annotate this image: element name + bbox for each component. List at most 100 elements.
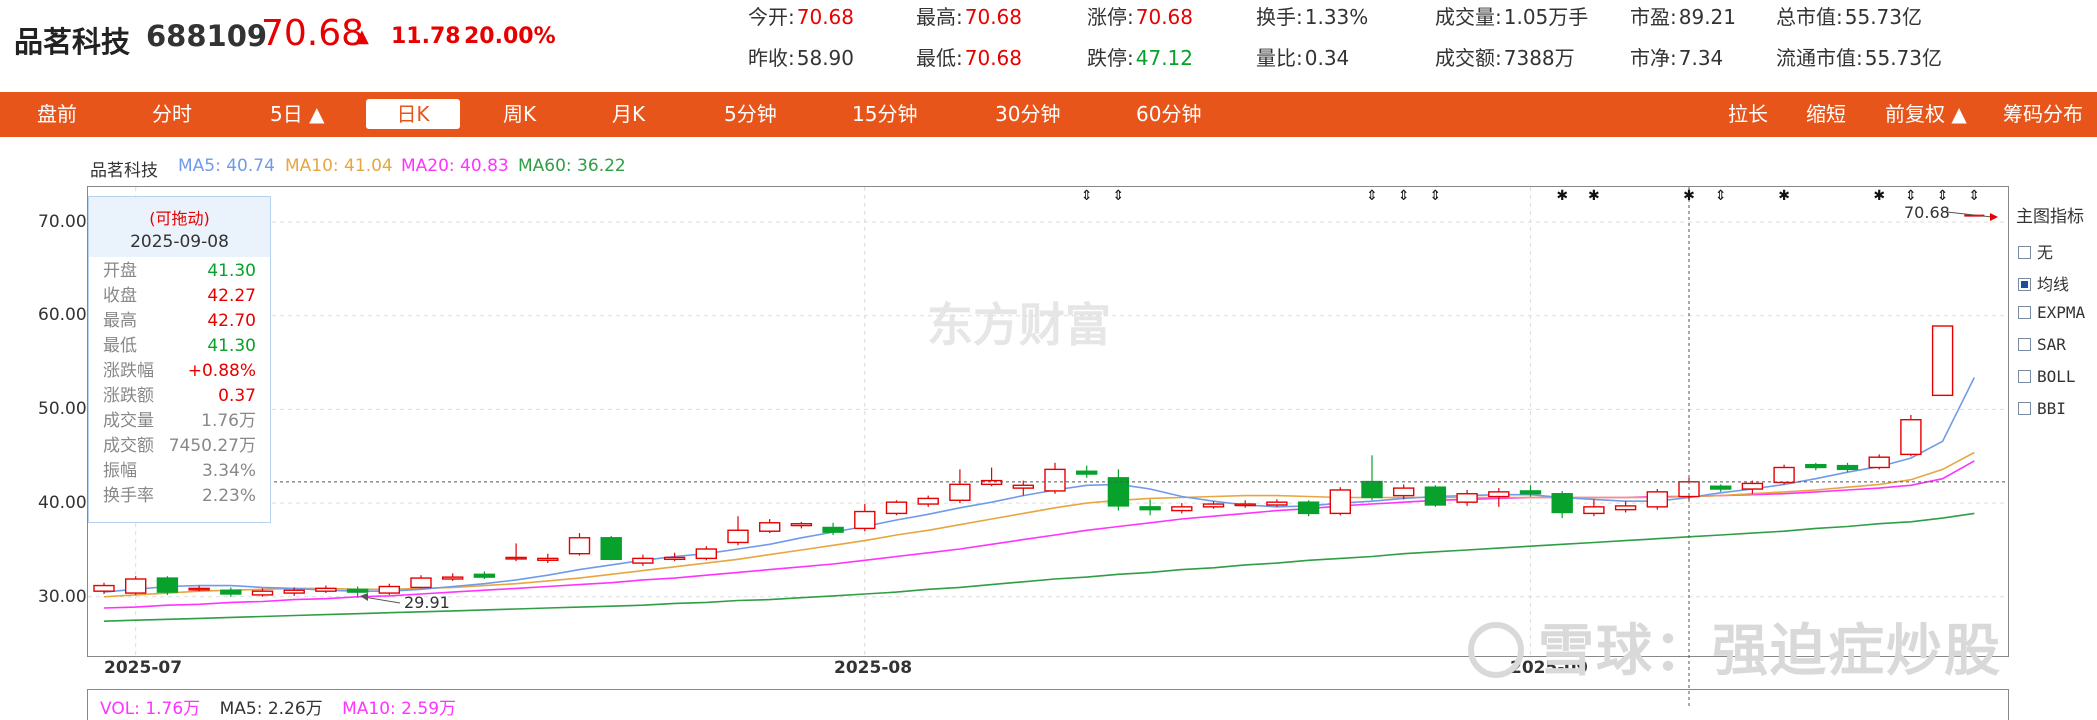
tooltip-key: 收盘 bbox=[103, 286, 137, 306]
candle-body bbox=[1266, 501, 1288, 506]
indicator-option-label: BBI bbox=[2037, 399, 2066, 418]
candle-body bbox=[283, 589, 305, 594]
indicator-option[interactable]: 无 bbox=[2018, 239, 2053, 263]
candle-body bbox=[315, 587, 337, 592]
tooltip-row: 收盘 42.27 bbox=[89, 284, 270, 309]
candle-body bbox=[663, 556, 686, 561]
candle-body bbox=[1741, 482, 1764, 490]
candle-body bbox=[822, 526, 844, 533]
checkbox-icon[interactable] bbox=[2018, 246, 2031, 259]
candle-body bbox=[1297, 501, 1320, 515]
tooltip-row: 换手率 2.23% bbox=[89, 484, 270, 509]
ohlc-tooltip[interactable]: (可拖动) 2025-09-08 开盘 41.30 收盘 42.27 最高 42.70 最低… bbox=[88, 196, 271, 523]
checkbox-icon[interactable] bbox=[2018, 402, 2031, 415]
candle-body bbox=[1614, 505, 1637, 511]
tooltip-value: 1.76万 bbox=[201, 411, 256, 431]
updown-marker-icon: ⇕ bbox=[1398, 188, 1410, 204]
tooltip-row: 成交额 7450.27万 bbox=[89, 434, 270, 459]
candle-body bbox=[1044, 468, 1066, 492]
indicator-option[interactable]: SAR bbox=[2018, 335, 2066, 354]
kline-svg: ⇕ ⇕ ⇕ ⇕ ⇕ ✱ ✱ ✱ ⇕ ✱ ✱ ⇕ ⇕ ⇕70.6829.91 bbox=[88, 187, 2007, 709]
min-price-label: 29.91 bbox=[404, 593, 450, 612]
candle-body bbox=[1424, 486, 1447, 506]
candle-body bbox=[1456, 493, 1478, 503]
candle-body bbox=[1171, 506, 1193, 512]
updown-marker-icon: ⇕ bbox=[1430, 188, 1442, 204]
candle-body bbox=[1361, 480, 1383, 499]
candle-body bbox=[1107, 477, 1130, 507]
updown-marker-icon: ⇕ bbox=[1366, 188, 1378, 204]
asterisk-marker-icon: ✱ bbox=[1588, 188, 1600, 204]
candle-body bbox=[1646, 491, 1669, 508]
tooltip-value: +0.88% bbox=[187, 361, 256, 381]
tooltip-key: 成交量 bbox=[103, 411, 154, 431]
candle-body bbox=[1709, 485, 1732, 490]
candle-body bbox=[188, 587, 210, 591]
candle-body bbox=[1868, 456, 1890, 469]
candle-body bbox=[1836, 464, 1859, 471]
ma10-line bbox=[103, 451, 1975, 598]
updown-marker-icon: ⇕ bbox=[1937, 188, 1949, 204]
tooltip-row: 涨跌额 0.37 bbox=[89, 384, 270, 409]
candle-body bbox=[759, 522, 781, 532]
tooltip-row: 开盘 41.30 bbox=[89, 259, 270, 284]
checkbox-icon[interactable] bbox=[2018, 306, 2031, 319]
asterisk-marker-icon: ✱ bbox=[1873, 188, 1885, 204]
max-arrow-icon bbox=[1990, 213, 1998, 221]
candle-body bbox=[1551, 493, 1573, 514]
indicator-option[interactable]: BOLL bbox=[2018, 367, 2076, 386]
candle-body bbox=[1583, 506, 1605, 515]
candle-body bbox=[442, 576, 464, 580]
candle-body bbox=[156, 577, 179, 593]
candle-body bbox=[505, 556, 527, 560]
tooltip-row: 振幅 3.34% bbox=[89, 459, 270, 484]
tooltip-key: 涨跌幅 bbox=[103, 361, 154, 381]
candle-body bbox=[1519, 490, 1542, 495]
candle-body bbox=[410, 577, 432, 589]
checkbox-icon[interactable] bbox=[2018, 278, 2031, 291]
tooltip-value: 3.34% bbox=[201, 461, 256, 481]
tooltip-value: 41.30 bbox=[207, 336, 256, 356]
updown-marker-icon: ⇕ bbox=[1081, 188, 1093, 204]
indicator-option-label: BOLL bbox=[2037, 367, 2076, 386]
min-annotation-line bbox=[363, 596, 401, 604]
volume-legend: VOL: 1.76万 MA5: 2.26万 MA10: 2.59万 bbox=[100, 694, 456, 719]
candle-body bbox=[854, 510, 876, 530]
candle-body bbox=[1900, 419, 1922, 456]
candle-body bbox=[600, 537, 622, 561]
indicator-option[interactable]: 均线 bbox=[2018, 271, 2069, 295]
candle-body bbox=[378, 585, 400, 594]
candle-body bbox=[251, 590, 274, 596]
asterisk-marker-icon: ✱ bbox=[1778, 188, 1790, 204]
candle-body bbox=[1805, 463, 1827, 469]
tooltip-row: 涨跌幅 +0.88% bbox=[89, 359, 270, 384]
tooltip-key: 成交额 bbox=[103, 436, 154, 456]
candle-body bbox=[1392, 487, 1415, 497]
tooltip-key: 最低 bbox=[103, 336, 137, 356]
tooltip-value: 7450.27万 bbox=[168, 436, 256, 456]
updown-marker-icon: ⇕ bbox=[1968, 188, 1980, 204]
indicator-option[interactable]: EXPMA bbox=[2018, 303, 2085, 322]
candle-body bbox=[790, 523, 813, 527]
candle-body bbox=[1931, 325, 1954, 397]
tooltip-key: 开盘 bbox=[103, 261, 137, 281]
updown-marker-icon: ⇕ bbox=[1113, 188, 1125, 204]
indicator-panel-title: 主图指标 bbox=[2016, 207, 2084, 227]
tooltip-rows: 开盘 41.30 收盘 42.27 最高 42.70 最低 41.30 涨跌幅 +0.88% 涨跌额… bbox=[89, 257, 270, 509]
candle-body bbox=[632, 557, 654, 564]
max-price-label: 70.68 bbox=[1904, 203, 1950, 222]
updown-marker-icon: ⇕ bbox=[1905, 188, 1917, 204]
checkbox-icon[interactable] bbox=[2018, 338, 2031, 351]
asterisk-marker-icon: ✱ bbox=[1556, 188, 1568, 204]
candle-body bbox=[727, 529, 749, 544]
indicator-option[interactable]: BBI bbox=[2018, 399, 2066, 418]
tooltip-key: 振幅 bbox=[103, 461, 137, 481]
candle-body bbox=[1139, 506, 1161, 511]
volume-legend-ma5: MA5: 2.26万 bbox=[219, 699, 323, 719]
tooltip-key: 涨跌额 bbox=[103, 386, 154, 406]
checkbox-icon[interactable] bbox=[2018, 370, 2031, 383]
xueqiu-logo-icon bbox=[1468, 622, 1524, 678]
xueqiu-watermark: 雪球：强迫症炒股 bbox=[1468, 606, 2002, 687]
tooltip-row: 成交量 1.76万 bbox=[89, 409, 270, 434]
indicator-option-label: EXPMA bbox=[2037, 303, 2086, 322]
